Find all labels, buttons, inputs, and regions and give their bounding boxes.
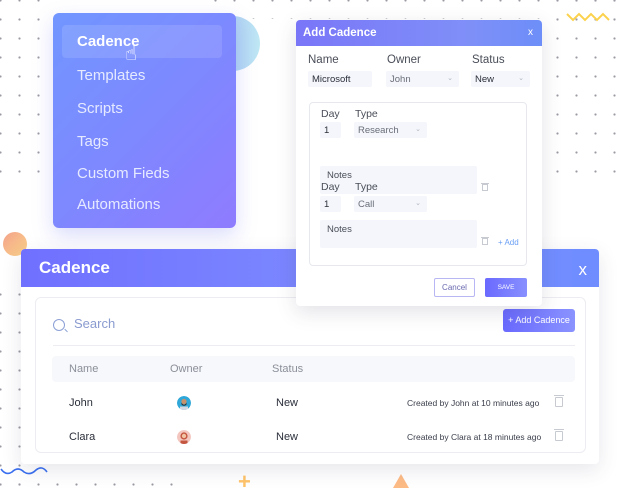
column-header-name: Name: [69, 363, 99, 375]
status-select[interactable]: New ⌄: [471, 71, 530, 87]
trash-icon[interactable]: [554, 395, 564, 407]
type-label: Type: [355, 181, 378, 193]
chevron-down-icon: ⌄: [415, 200, 421, 207]
owner-label: Owner: [387, 54, 421, 66]
panel-title: Cadence: [39, 258, 110, 277]
status-select-value: New: [475, 74, 495, 85]
chevron-down-icon: ⌄: [518, 75, 524, 82]
row-status: New: [276, 397, 299, 409]
sidebar-item-tags[interactable]: Tags: [77, 133, 109, 150]
chevron-down-icon: ⌄: [415, 126, 421, 133]
modal-header: Add Cadence x: [296, 20, 542, 46]
type-select[interactable]: Call ⌄: [354, 196, 427, 212]
add-cadence-button[interactable]: + Add Cadence: [503, 309, 575, 332]
sidebar-menu: Cadence ☝ Templates Scripts Tags Custom …: [53, 13, 236, 228]
notes-field[interactable]: Notes: [320, 166, 477, 194]
name-field[interactable]: Microsoft: [308, 71, 372, 87]
dot-pattern: [548, 0, 620, 181]
name-label: Name: [308, 54, 339, 66]
search-icon: [53, 319, 65, 331]
close-icon[interactable]: x: [579, 260, 588, 280]
type-label: Type: [355, 108, 378, 120]
plus-decoration-icon: +: [238, 469, 251, 494]
row-name: Clara: [69, 431, 96, 443]
column-header-owner: Owner: [170, 363, 203, 375]
dot-pattern: [0, 0, 48, 181]
save-button[interactable]: SAVE: [485, 278, 527, 297]
day-field[interactable]: 1: [320, 196, 341, 212]
table-row[interactable]: Clara New Created by Clara at 18 minutes…: [52, 422, 575, 452]
divider: [53, 345, 575, 346]
type-select-value: Call: [358, 199, 375, 210]
hand-pointer-icon: ☝: [125, 43, 138, 65]
cancel-button[interactable]: Cancel: [434, 278, 475, 297]
add-step-link[interactable]: + Add: [498, 238, 519, 247]
search-input[interactable]: Search: [74, 316, 115, 331]
type-select-value: Research: [358, 125, 399, 136]
avatar: [177, 396, 191, 410]
avatar: [177, 430, 191, 444]
triangle-decoration-icon: [393, 474, 409, 488]
notes-field[interactable]: Notes: [320, 220, 477, 248]
owner-select-value: John: [390, 74, 411, 85]
owner-select[interactable]: John ⌄: [386, 71, 459, 87]
cadence-steps: Day Type 1 Research ⌄ Notes Day Type 1 C…: [309, 102, 527, 266]
row-name: John: [69, 397, 93, 409]
yellow-squiggle-icon: [566, 12, 610, 22]
status-label: Status: [472, 54, 505, 66]
chevron-down-icon: ⌄: [447, 75, 453, 82]
sidebar-item-scripts[interactable]: Scripts: [77, 100, 123, 117]
avatar-john-icon: [177, 396, 191, 410]
add-cadence-modal: Add Cadence x Name Owner Status Microsof…: [296, 20, 542, 306]
close-icon[interactable]: x: [528, 27, 533, 38]
row-status: New: [276, 431, 299, 443]
modal-title: Add Cadence: [303, 27, 377, 39]
sidebar-item-custom-fields[interactable]: Custom Fieds: [77, 165, 170, 182]
column-header-status: Status: [272, 363, 304, 375]
trash-icon[interactable]: [481, 183, 489, 191]
row-meta: Created by John at 10 minutes ago: [407, 398, 540, 408]
row-meta: Created by Clara at 18 minutes ago: [407, 432, 542, 442]
trash-icon[interactable]: [554, 429, 564, 441]
day-label: Day: [321, 108, 340, 120]
day-field[interactable]: 1: [320, 122, 341, 138]
trash-icon[interactable]: [481, 237, 489, 245]
type-select[interactable]: Research ⌄: [354, 122, 427, 138]
table-row[interactable]: John New Created by John at 10 minutes a…: [52, 388, 575, 418]
sidebar-item-cadence[interactable]: Cadence ☝: [62, 25, 222, 65]
blue-wave-icon: [0, 467, 48, 475]
avatar-clara-icon: [177, 430, 191, 444]
sidebar-item-templates[interactable]: Templates: [77, 67, 145, 84]
cadence-list-card: Search + Add Cadence Name Owner Status J…: [35, 297, 586, 453]
sidebar-item-automations[interactable]: Automations: [77, 196, 160, 213]
table-header: Name Owner Status: [52, 356, 575, 382]
day-label: Day: [321, 181, 340, 193]
